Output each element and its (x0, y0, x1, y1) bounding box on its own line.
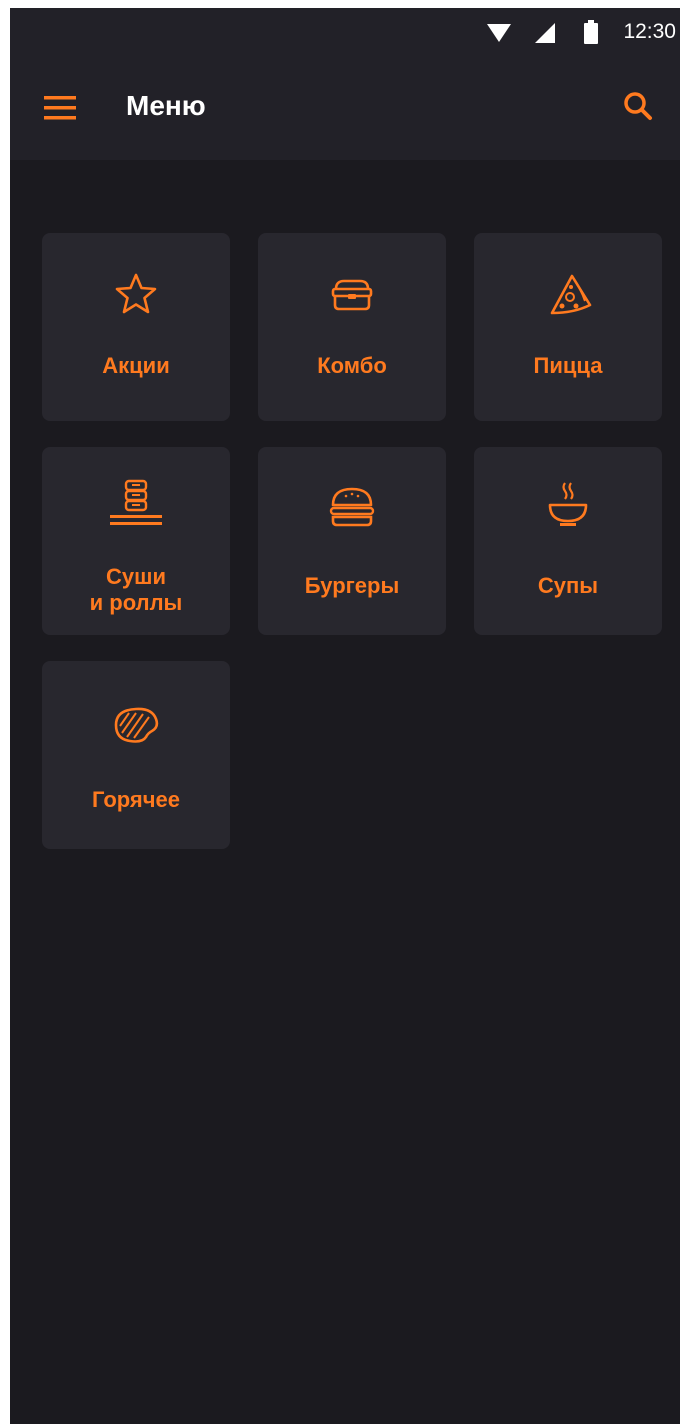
toolbar: Меню (10, 56, 680, 160)
category-tile-burgers[interactable]: Бургеры (258, 447, 446, 635)
soup-bowl-icon (548, 482, 588, 526)
status-bar: 12:30 (10, 8, 680, 56)
page-title: Меню (126, 90, 206, 121)
star-icon (115, 273, 157, 314)
category-tile-combo[interactable]: Комбо (258, 233, 446, 421)
category-label: Акции (102, 353, 170, 378)
app-screen: 12:30 Меню Акции Комбо Пицца Суши и ролл… (10, 8, 680, 1424)
status-time: 12:30 (623, 20, 676, 43)
category-label: Супы (537, 573, 599, 598)
category-label: Горячее (91, 787, 181, 812)
battery-icon (584, 20, 598, 44)
search-icon (624, 92, 652, 120)
category-tile-pizza[interactable]: Пицца (474, 233, 662, 421)
category-label: Пицца (533, 353, 603, 378)
wifi-icon (487, 24, 511, 42)
category-tile-soups[interactable]: Супы (474, 447, 662, 635)
category-label: Суши и роллы (89, 564, 183, 615)
category-tile-hot-dishes[interactable]: Горячее (42, 661, 230, 849)
hamburger-menu-icon (44, 96, 76, 120)
signal-icon (535, 23, 555, 43)
menu-button[interactable] (40, 88, 80, 128)
pizza-slice-icon (550, 274, 592, 315)
steak-icon (114, 707, 159, 743)
search-button[interactable] (618, 86, 658, 126)
burger-icon (329, 487, 375, 527)
category-label: Комбо (317, 353, 387, 378)
category-tile-promotions[interactable]: Акции (42, 233, 230, 421)
top-app-bar: 12:30 Меню (10, 8, 680, 160)
sushi-rolls-icon (110, 479, 162, 525)
category-tile-sushi-rolls[interactable]: Суши и роллы (42, 447, 230, 635)
lunchbox-icon (331, 279, 373, 311)
category-label: Бургеры (304, 573, 400, 598)
